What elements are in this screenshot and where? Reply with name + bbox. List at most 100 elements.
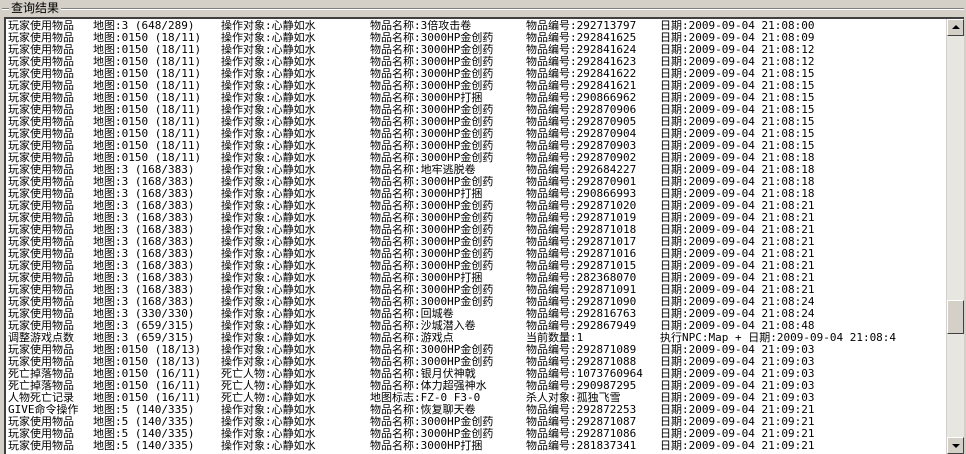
row-map: 地图:5 (140/335) — [93, 440, 195, 452]
row-type: 玩家使用物品 — [8, 128, 74, 140]
vertical-scrollbar[interactable] — [946, 19, 964, 454]
list-item[interactable]: 玩家使用物品 地图:5 (140/335) 操作对象:心静如水 物品名称:3000HP… — [8, 440, 946, 452]
row-map: 地图:0150 (18/11) — [93, 80, 202, 92]
list-item[interactable]: 玩家使用物品 地图:3 (168/383) 操作对象:心静如水 物品名称:地牢逃脱卷 物… — [8, 164, 946, 176]
row-code: 杀人对象:孤独飞雪 — [526, 392, 621, 404]
query-results-panel: 查询结果 玩家使用物品 地图:3 (648/289) 操作对象:心静如水 物品名称:3… — [0, 0, 966, 454]
results-listbox[interactable]: 玩家使用物品 地图:3 (648/289) 操作对象:心静如水 物品名称:3倍攻击卷物… — [4, 17, 964, 454]
row-type: 玩家使用物品 — [8, 104, 74, 116]
row-map: 地图:0150 (18/11) — [93, 92, 202, 104]
row-date: 日期:2009-09-04 21:08:15 — [660, 104, 815, 116]
row-code: 物品编号:290866962 — [526, 92, 637, 104]
list-item[interactable]: GIVE命令操作 地图:5 (140/335) 操作对象:心静如水 物品名称:恢复聊天… — [8, 404, 946, 416]
row-target: 操作对象:心静如水 — [221, 344, 316, 356]
row-map: 地图:3 (168/383) — [93, 272, 195, 284]
row-target: 操作对象:心静如水 — [221, 440, 316, 452]
row-item: 物品名称:3000HP金创药 — [370, 212, 494, 224]
list-item[interactable]: 玩家使用物品 地图:0150 (18/11) 操作对象:心静如水 物品名称:3000H… — [8, 140, 946, 152]
row-code: 物品编号:292871087 — [526, 416, 637, 428]
row-item: 物品名称:3000HP金创药 — [370, 284, 494, 296]
list-item[interactable]: 玩家使用物品 地图:0150 (18/11) 操作对象:心静如水 物品名称:3000H… — [8, 104, 946, 116]
row-date: 日期:2009-09-04 21:08:12 — [660, 56, 815, 68]
list-item[interactable]: 玩家使用物品 地图:3 (168/383) 操作对象:心静如水 物品名称:3000HP… — [8, 260, 946, 272]
row-type: 死亡掉落物品 — [8, 368, 74, 380]
groupbox-border — [2, 8, 964, 10]
list-item[interactable]: 玩家使用物品 地图:3 (330/330) 操作对象:心静如水 物品名称:回城卷 物品编… — [8, 308, 946, 320]
list-item[interactable]: 玩家使用物品 地图:3 (168/383) 操作对象:心静如水 物品名称:3000HP… — [8, 224, 946, 236]
results-list: 玩家使用物品 地图:3 (648/289) 操作对象:心静如水 物品名称:3倍攻击卷物… — [8, 20, 946, 452]
list-item[interactable]: 玩家使用物品 地图:0150 (18/11) 操作对象:心静如水 物品名称:3000H… — [8, 128, 946, 140]
row-item: 物品名称:地牢逃脱卷 — [370, 164, 476, 176]
list-item[interactable]: 玩家使用物品 地图:3 (648/289) 操作对象:心静如水 物品名称:3倍攻击卷 物… — [8, 20, 946, 32]
list-item[interactable]: 死亡掉落物品 地图:0150 (16/11) 死亡人物:心静如水 物品名称:银月伏神戟… — [8, 368, 946, 380]
list-item[interactable]: 玩家使用物品 地图:0150 (18/11) 操作对象:心静如水 物品名称:3000H… — [8, 32, 946, 44]
row-item: 物品名称:3000HP金创药 — [370, 428, 494, 440]
list-item[interactable]: 人物死亡记录 地图:0150 (16/11) 死亡人物:心静如水 地图标志:FZ-0 … — [8, 392, 946, 404]
row-target: 操作对象:心静如水 — [221, 356, 316, 368]
row-target: 操作对象:心静如水 — [221, 104, 316, 116]
list-item[interactable]: 玩家使用物品 地图:0150 (18/13) 操作对象:心静如水 物品名称:3000H… — [8, 356, 946, 368]
list-item[interactable]: 玩家使用物品 地图:3 (168/383) 操作对象:心静如水 物品名称:3000HP… — [8, 176, 946, 188]
list-item[interactable]: 玩家使用物品 地图:0150 (18/11) 操作对象:心静如水 物品名称:3000H… — [8, 92, 946, 104]
row-item: 物品名称:恢复聊天卷 — [370, 404, 476, 416]
list-item[interactable]: 玩家使用物品 地图:0150 (18/13) 操作对象:心静如水 物品名称:3000H… — [8, 344, 946, 356]
list-item[interactable]: 玩家使用物品 地图:3 (168/383) 操作对象:心静如水 物品名称:3000HP… — [8, 200, 946, 212]
row-date: 日期:2009-09-04 21:08:15 — [660, 128, 815, 140]
row-code: 物品编号:292871016 — [526, 248, 637, 260]
list-item[interactable]: 调整游戏点数 地图:3 (659/315) 操作对象:心静如水 物品名称:游戏点 当前数… — [8, 332, 946, 344]
row-item: 物品名称:3000HP金创药 — [370, 248, 494, 260]
row-type: 调整游戏点数 — [8, 332, 74, 344]
list-item[interactable]: 玩家使用物品 地图:5 (140/335) 操作对象:心静如水 物品名称:3000HP… — [8, 428, 946, 440]
list-item[interactable]: 玩家使用物品 地图:5 (140/335) 操作对象:心静如水 物品名称:3000HP… — [8, 416, 946, 428]
scroll-up-button[interactable] — [947, 19, 964, 36]
row-map: 地图:3 (168/383) — [93, 212, 195, 224]
row-type: 玩家使用物品 — [8, 260, 74, 272]
row-type: 玩家使用物品 — [8, 164, 74, 176]
row-date: 日期:2009-09-04 21:08:24 — [660, 308, 815, 320]
row-type: 玩家使用物品 — [8, 320, 74, 332]
row-type: 玩家使用物品 — [8, 272, 74, 284]
list-item[interactable]: 玩家使用物品 地图:0150 (18/11) 操作对象:心静如水 物品名称:3000H… — [8, 68, 946, 80]
row-item: 物品名称:3000HP金创药 — [370, 296, 494, 308]
arrow-down-icon — [952, 444, 960, 448]
row-item: 物品名称:3000HP金创药 — [370, 32, 494, 44]
row-map: 地图:3 (168/383) — [93, 164, 195, 176]
row-item: 物品名称:3000HP金创药 — [370, 176, 494, 188]
row-date: 日期:2009-09-04 21:08:12 — [660, 44, 815, 56]
list-item[interactable]: 玩家使用物品 地图:3 (168/383) 操作对象:心静如水 物品名称:3000HP… — [8, 296, 946, 308]
row-code: 物品编号:292871090 — [526, 296, 637, 308]
row-target: 操作对象:心静如水 — [221, 176, 316, 188]
list-item[interactable]: 玩家使用物品 地图:0150 (18/11) 操作对象:心静如水 物品名称:3000H… — [8, 44, 946, 56]
row-date: 日期:2009-09-04 21:08:18 — [660, 152, 815, 164]
row-code: 物品编号:292871089 — [526, 344, 637, 356]
row-date: 日期:2009-09-04 21:08:21 — [660, 236, 815, 248]
row-date: 日期:2009-09-04 21:08:48 — [660, 320, 815, 332]
row-map: 地图:3 (168/383) — [93, 224, 195, 236]
list-item[interactable]: 玩家使用物品 地图:3 (168/383) 操作对象:心静如水 物品名称:3000HP… — [8, 188, 946, 200]
row-target: 操作对象:心静如水 — [221, 296, 316, 308]
list-item[interactable]: 玩家使用物品 地图:3 (659/315) 操作对象:心静如水 物品名称:沙城潜入卷 物… — [8, 320, 946, 332]
row-type: 玩家使用物品 — [8, 116, 74, 128]
scrollbar-thumb[interactable] — [947, 300, 964, 335]
row-map: 地图:0150 (18/11) — [93, 128, 202, 140]
list-item[interactable]: 玩家使用物品 地图:3 (168/383) 操作对象:心静如水 物品名称:3000HP… — [8, 272, 946, 284]
row-target: 操作对象:心静如水 — [221, 140, 316, 152]
list-item[interactable]: 玩家使用物品 地图:0150 (18/11) 操作对象:心静如水 物品名称:3000H… — [8, 116, 946, 128]
row-item: 物品名称:3000HP金创药 — [370, 260, 494, 272]
row-map: 地图:3 (168/383) — [93, 284, 195, 296]
row-type: 玩家使用物品 — [8, 92, 74, 104]
list-item[interactable]: 玩家使用物品 地图:0150 (18/11) 操作对象:心静如水 物品名称:3000H… — [8, 56, 946, 68]
list-item[interactable]: 玩家使用物品 地图:0150 (18/11) 操作对象:心静如水 物品名称:3000H… — [8, 80, 946, 92]
list-item[interactable]: 玩家使用物品 地图:3 (168/383) 操作对象:心静如水 物品名称:3000HP… — [8, 236, 946, 248]
row-item: 物品名称:3000HP金创药 — [370, 200, 494, 212]
list-item[interactable]: 死亡掉落物品 地图:0150 (16/11) 死亡人物:心静如水 物品名称:体力超强神… — [8, 380, 946, 392]
scroll-down-button[interactable] — [947, 437, 964, 454]
row-code: 物品编号:292871088 — [526, 356, 637, 368]
row-target: 操作对象:心静如水 — [221, 428, 316, 440]
list-item[interactable]: 玩家使用物品 地图:3 (168/383) 操作对象:心静如水 物品名称:3000HP… — [8, 248, 946, 260]
list-item[interactable]: 玩家使用物品 地图:3 (168/383) 操作对象:心静如水 物品名称:3000HP… — [8, 284, 946, 296]
row-date: 日期:2009-09-04 21:08:15 — [660, 116, 815, 128]
row-map: 地图:3 (659/315) — [93, 320, 195, 332]
list-item[interactable]: 玩家使用物品 地图:3 (168/383) 操作对象:心静如水 物品名称:3000HP… — [8, 212, 946, 224]
list-item[interactable]: 玩家使用物品 地图:0150 (18/11) 操作对象:心静如水 物品名称:3000H… — [8, 152, 946, 164]
